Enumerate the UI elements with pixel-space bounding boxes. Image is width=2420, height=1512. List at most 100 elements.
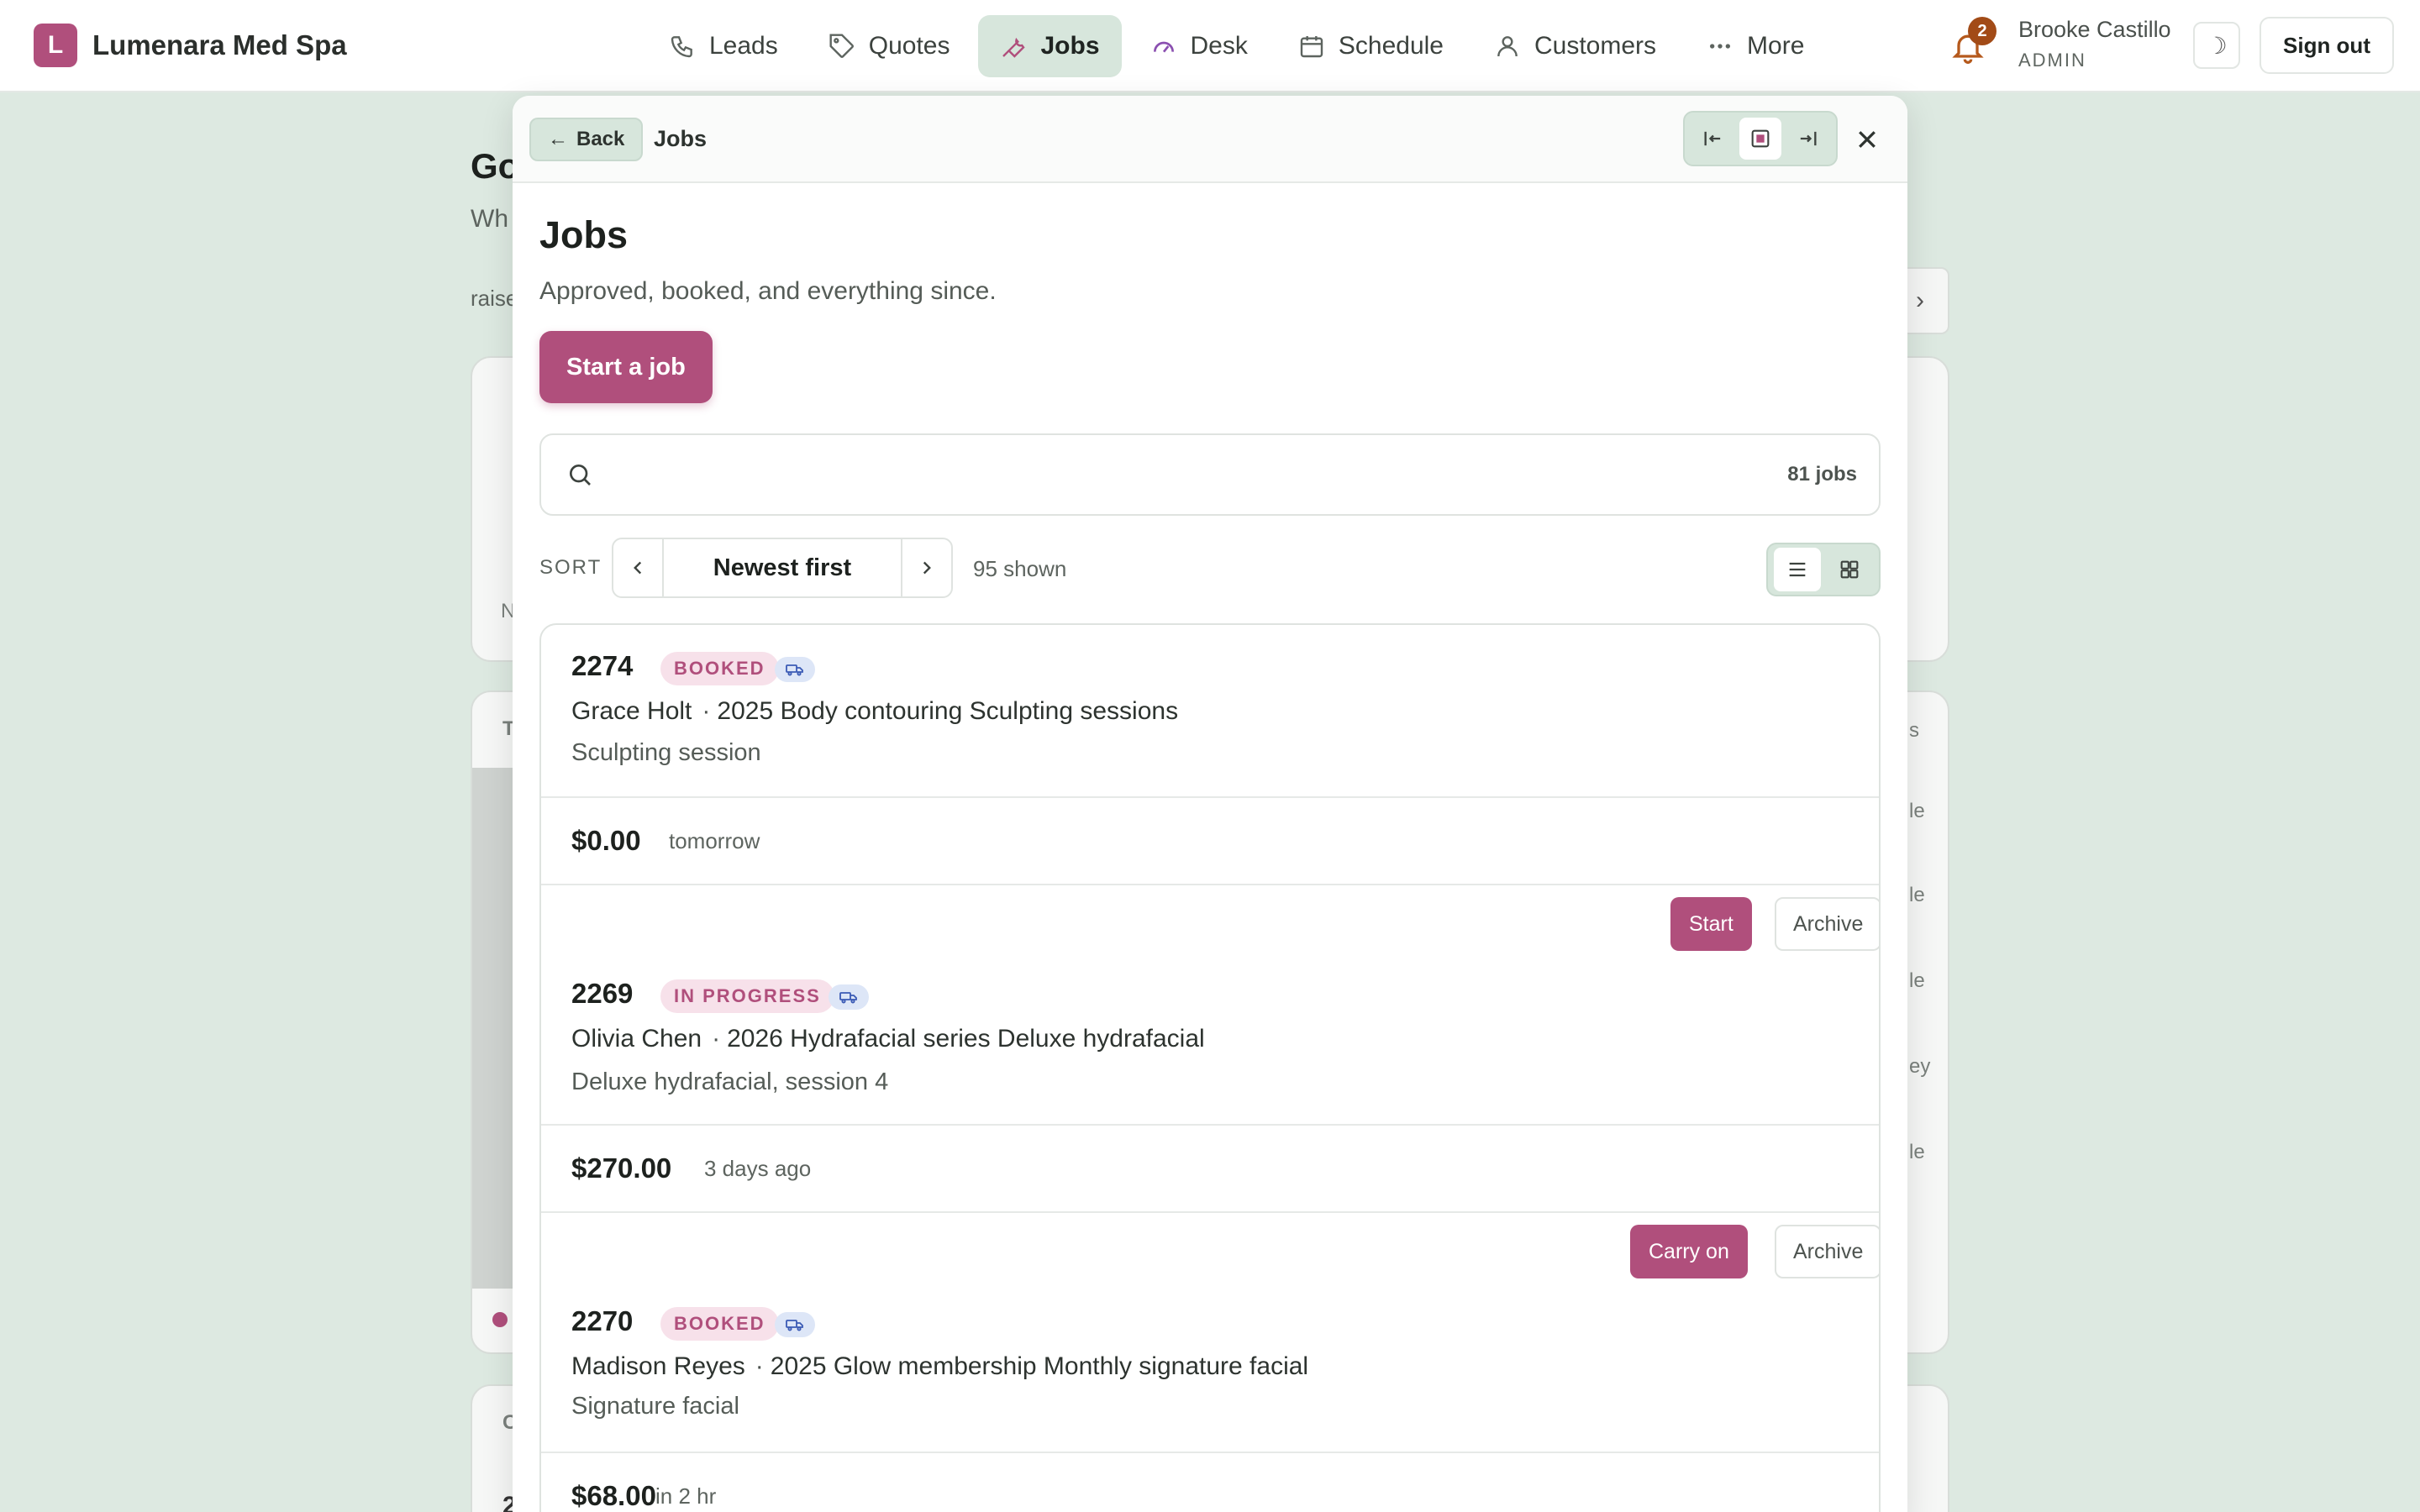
separator-dot: · xyxy=(755,1352,764,1380)
notifications-button[interactable]: 2 xyxy=(1949,17,1996,69)
job-summary: 2274 BOOKED Grace Holt · 2025 Body contour… xyxy=(541,625,1879,798)
search-input[interactable] xyxy=(610,449,1788,500)
job-title-line: Grace Holt · 2025 Body contouring Sculptin… xyxy=(571,697,1178,726)
job-price: $0.00 xyxy=(571,825,641,856)
user-info[interactable]: Brooke Castillo ADMIN xyxy=(2018,17,2171,71)
dock-right-icon xyxy=(1800,131,1817,146)
job-time: in 2 hr xyxy=(655,1483,717,1509)
sort-control: Newest first xyxy=(612,538,953,598)
dock-right-button[interactable] xyxy=(1786,118,1828,160)
center-square-icon xyxy=(1751,129,1770,148)
job-card[interactable]: 2270 BOOKED Madison Reyes · 2025 Glow memb… xyxy=(541,1289,1879,1512)
job-detail: Sculpting session xyxy=(571,739,761,766)
nav-item-label: Leads xyxy=(709,32,778,60)
job-title-line: Olivia Chen · 2026 Hydrafacial series Delu… xyxy=(571,1025,1205,1053)
user-name: Brooke Castillo xyxy=(2018,17,2171,42)
moon-icon: ☽ xyxy=(2206,32,2228,59)
background-map xyxy=(472,768,514,1289)
top-nav-bar: L Lumenara Med Spa Leads Quotes Jobs Des… xyxy=(0,0,2420,92)
package-name: 2025 Body contouring Sculpting sessions xyxy=(717,697,1179,725)
job-title-line: Madison Reyes · 2025 Glow membership Month… xyxy=(571,1352,1308,1381)
close-panel-button[interactable] xyxy=(1850,123,1884,156)
dock-left-icon xyxy=(1704,131,1721,146)
sign-out-button[interactable]: Sign out xyxy=(2260,17,2394,74)
dock-left-button[interactable] xyxy=(1692,118,1734,160)
job-number: 2270 xyxy=(571,1305,634,1336)
background-text: le xyxy=(1909,969,1925,992)
view-toggle xyxy=(1766,543,1881,596)
back-button[interactable]: ← Back xyxy=(529,118,644,161)
job-count: 81 jobs xyxy=(1787,463,1857,486)
archive-button[interactable]: Archive xyxy=(1775,897,1879,951)
nav-item-schedule[interactable]: Schedule xyxy=(1276,15,1465,77)
theme-toggle-button[interactable]: ☽ xyxy=(2193,22,2240,69)
user-role: ADMIN xyxy=(2018,50,2086,71)
nav-item-leads[interactable]: Leads xyxy=(647,15,800,77)
job-price-row: $0.00 tomorrow xyxy=(541,798,1879,885)
calendar-icon xyxy=(1300,36,1323,58)
background-text: raise xyxy=(471,286,518,311)
start-job-button[interactable]: Start a job xyxy=(539,331,713,403)
van-icon xyxy=(775,657,815,682)
background-text: le xyxy=(1909,1141,1925,1163)
job-price-row: $68.00 in 2 hr xyxy=(541,1453,1879,1512)
package-name: 2026 Hydrafacial series Deluxe hydrafaci… xyxy=(727,1025,1205,1053)
nav-item-label: Customers xyxy=(1534,32,1657,60)
background-text: le xyxy=(1909,800,1925,822)
job-card[interactable]: 2269 IN PROGRESS Olivia Chen · 2026 Hydraf… xyxy=(541,961,1879,1289)
customer-name: Olivia Chen xyxy=(571,1025,702,1053)
brand-name: Lumenara Med Spa xyxy=(92,29,347,60)
nav-item-label: More xyxy=(1747,32,1805,60)
nav-item-desk[interactable]: Desk xyxy=(1128,15,1270,77)
customer-name: Grace Holt xyxy=(571,697,692,725)
center-panel-button[interactable] xyxy=(1739,118,1781,160)
job-detail: Signature facial xyxy=(571,1393,739,1420)
grid-view-button[interactable] xyxy=(1826,548,1873,591)
nav-item-more[interactable]: More xyxy=(1685,15,1826,77)
job-actions: Carry on Archive xyxy=(541,1213,1879,1289)
nav-item-label: Quotes xyxy=(868,32,950,60)
nav-item-customers[interactable]: Customers xyxy=(1472,15,1678,77)
brand[interactable]: L Lumenara Med Spa xyxy=(34,24,347,67)
panel-header: ← Back Jobs xyxy=(513,96,1907,183)
background-text: le xyxy=(1909,884,1925,906)
carry-on-button[interactable]: Carry on xyxy=(1630,1225,1748,1278)
background-page-subtitle: Wh xyxy=(471,205,508,233)
nav-item-jobs[interactable]: Jobs xyxy=(978,15,1122,77)
ellipsis-icon xyxy=(1710,44,1731,49)
wrench-icon xyxy=(1002,37,1026,58)
page-subtitle: Approved, booked, and everything since. xyxy=(539,277,997,305)
background-text: ey xyxy=(1909,1055,1931,1078)
chevron-right-icon xyxy=(923,561,931,575)
close-icon xyxy=(1859,131,1876,148)
archive-button[interactable]: Archive xyxy=(1775,1225,1879,1278)
panel-layout-switcher xyxy=(1683,111,1838,166)
background-text: s xyxy=(1909,719,1919,742)
sort-next-button[interactable] xyxy=(901,539,951,596)
nav-item-quotes[interactable]: Quotes xyxy=(807,15,972,77)
jobs-panel: ← Back Jobs Jobs Approved, booked, and e… xyxy=(513,96,1907,1512)
sort-prev-button[interactable] xyxy=(613,539,664,596)
panel-breadcrumb: Jobs xyxy=(654,126,708,151)
job-price: $270.00 xyxy=(571,1152,672,1184)
job-summary: 2270 BOOKED Madison Reyes · 2025 Glow memb… xyxy=(541,1289,1879,1453)
sort-label: SORT xyxy=(539,556,602,579)
job-number: 2274 xyxy=(571,650,634,681)
status-badge: IN PROGRESS xyxy=(660,979,834,1013)
job-time: tomorrow xyxy=(669,828,760,853)
status-badge: BOOKED xyxy=(660,652,779,685)
gauge-icon xyxy=(1153,41,1174,53)
brand-logo: L xyxy=(34,24,77,67)
separator-dot: · xyxy=(702,697,711,725)
chevron-left-icon xyxy=(634,561,642,575)
job-card[interactable]: 2274 BOOKED Grace Holt · 2025 Body contour… xyxy=(541,625,1879,961)
separator-dot: · xyxy=(712,1025,721,1053)
start-button[interactable]: Start xyxy=(1670,897,1752,951)
sort-value: Newest first xyxy=(713,554,852,581)
back-button-label: Back xyxy=(576,128,625,150)
job-actions: Start Archive xyxy=(541,885,1879,961)
nav-item-label: Jobs xyxy=(1040,32,1100,60)
list-view-button[interactable] xyxy=(1774,548,1821,591)
job-price: $68.00 xyxy=(571,1480,656,1511)
status-badge: BOOKED xyxy=(660,1307,779,1341)
